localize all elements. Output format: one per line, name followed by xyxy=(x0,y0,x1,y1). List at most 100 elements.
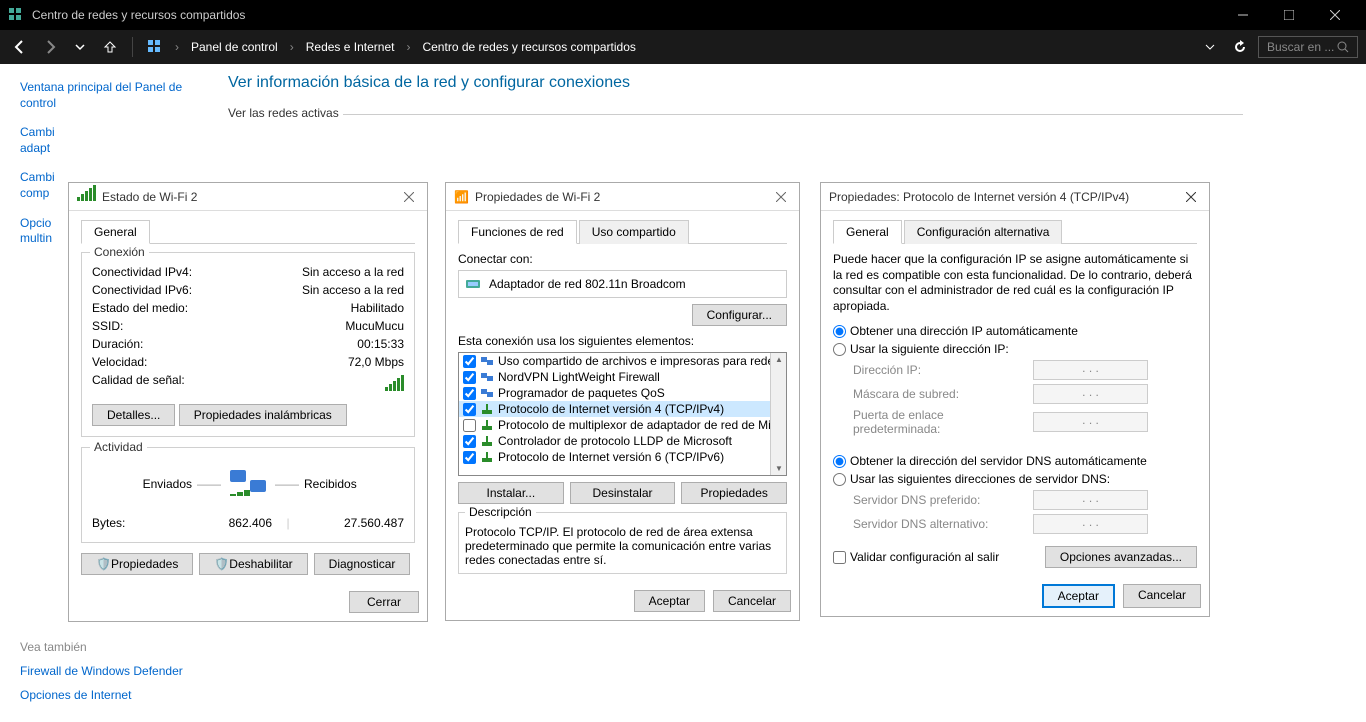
disable-button[interactable]: 🛡️Deshabilitar xyxy=(199,553,307,575)
details-button[interactable]: Detalles... xyxy=(92,404,175,426)
tab-general[interactable]: General xyxy=(833,220,902,244)
protocol-checkbox[interactable] xyxy=(463,419,476,432)
item-properties-button[interactable]: Propiedades xyxy=(681,482,787,504)
protocol-icon xyxy=(480,418,494,432)
sidebar-link-adapter[interactable]: Cambiadapt xyxy=(20,125,210,156)
refresh-button[interactable] xyxy=(1228,35,1252,59)
connect-with-label: Conectar con: xyxy=(458,252,787,266)
accept-button[interactable]: Aceptar xyxy=(634,590,705,612)
protocol-label: Controlador de protocolo LLDP de Microso… xyxy=(498,434,732,448)
protocol-checkbox[interactable] xyxy=(463,403,476,416)
up-button[interactable] xyxy=(98,35,122,59)
wifi-icon: 📶 xyxy=(454,190,469,204)
dns2-label: Servidor DNS alternativo: xyxy=(853,517,1033,531)
speed-label: Velocidad: xyxy=(92,355,242,369)
protocol-label: Protocolo de Internet versión 4 (TCP/IPv… xyxy=(498,402,724,416)
gateway-input[interactable]: . . . xyxy=(1033,412,1148,432)
manual-ip-label: Usar la siguiente dirección IP: xyxy=(850,342,1009,356)
page-heading: Ver información básica de la red y confi… xyxy=(228,74,630,92)
dropdown-icon[interactable] xyxy=(1198,35,1222,59)
protocol-label: Protocolo de multiplexor de adaptador de… xyxy=(498,418,787,432)
protocol-checkbox[interactable] xyxy=(463,451,476,464)
protocol-checkbox[interactable] xyxy=(463,435,476,448)
tab-alternative[interactable]: Configuración alternativa xyxy=(904,220,1063,244)
close-icon[interactable] xyxy=(399,187,419,207)
close-button[interactable] xyxy=(1312,0,1358,30)
properties-button[interactable]: 🛡️Propiedades xyxy=(81,553,193,575)
intro-text: Puede hacer que la configuración IP se a… xyxy=(833,252,1197,314)
recent-button[interactable] xyxy=(68,35,92,59)
ipv4-label: Conectividad IPv4: xyxy=(92,265,242,279)
see-also-firewall[interactable]: Firewall de Windows Defender xyxy=(20,664,183,678)
service-icon xyxy=(480,370,494,384)
search-input[interactable]: Buscar en ... xyxy=(1258,36,1358,58)
breadcrumb-item[interactable]: Centro de redes y recursos compartidos xyxy=(418,40,639,54)
protocol-item[interactable]: Programador de paquetes QoS xyxy=(459,385,786,401)
signal-value xyxy=(242,373,404,394)
adapter-icon xyxy=(465,277,481,291)
tab-sharing[interactable]: Uso compartido xyxy=(579,220,689,244)
forward-button[interactable] xyxy=(38,35,62,59)
ip-input[interactable]: . . . xyxy=(1033,360,1148,380)
advanced-button[interactable]: Opciones avanzadas... xyxy=(1045,546,1197,568)
configure-button[interactable]: Configurar... xyxy=(692,304,787,326)
protocol-checkbox[interactable] xyxy=(463,371,476,384)
wireless-properties-button[interactable]: Propiedades inalámbricas xyxy=(179,404,347,426)
install-button[interactable]: Instalar... xyxy=(458,482,564,504)
protocol-label: Programador de paquetes QoS xyxy=(498,386,665,400)
cancel-button[interactable]: Cancelar xyxy=(1123,584,1201,608)
protocol-item[interactable]: Protocolo de Internet versión 4 (TCP/IPv… xyxy=(459,401,786,417)
ssid-value: MucuMucu xyxy=(242,319,404,333)
location-icon[interactable] xyxy=(143,35,167,59)
validate-checkbox[interactable]: Validar configuración al salir xyxy=(833,550,999,564)
breadcrumb-item[interactable]: Panel de control xyxy=(187,40,282,54)
dns2-input[interactable]: . . . xyxy=(1033,514,1148,534)
manual-ip-radio[interactable]: Usar la siguiente dirección IP: xyxy=(833,342,1197,356)
protocol-item[interactable]: Controlador de protocolo LLDP de Microso… xyxy=(459,433,786,449)
wifi-icon xyxy=(77,189,96,204)
manual-dns-radio[interactable]: Usar las siguientes direcciones de servi… xyxy=(833,472,1197,486)
auto-dns-radio[interactable]: Obtener la dirección del servidor DNS au… xyxy=(833,454,1197,468)
bytes-recv: 27.560.487 xyxy=(304,516,404,530)
tab-general[interactable]: General xyxy=(81,220,150,244)
diagnose-button[interactable]: Diagnosticar xyxy=(314,553,411,575)
crumb-sep: › xyxy=(404,40,412,54)
see-also-section: Vea también Firewall de Windows Defender… xyxy=(20,640,183,712)
navbar: › Panel de control › Redes e Internet › … xyxy=(0,30,1366,64)
cancel-button[interactable]: Cancelar xyxy=(713,590,791,612)
protocol-icon xyxy=(480,434,494,448)
protocol-item[interactable]: Protocolo de Internet versión 6 (TCP/IPv… xyxy=(459,449,786,465)
close-icon[interactable] xyxy=(1181,187,1201,207)
ipv4-value: Sin acceso a la red xyxy=(242,265,404,279)
protocol-checkbox[interactable] xyxy=(463,355,476,368)
auto-ip-radio[interactable]: Obtener una dirección IP automáticamente xyxy=(833,324,1197,338)
media-value: Habilitado xyxy=(242,301,404,315)
scrollbar[interactable] xyxy=(770,353,786,475)
maximize-button[interactable] xyxy=(1266,0,1312,30)
protocol-list[interactable]: Uso compartido de archivos e impresoras … xyxy=(458,352,787,476)
minimize-button[interactable] xyxy=(1220,0,1266,30)
sidebar-main-link[interactable]: Ventana principal del Panel de control xyxy=(20,80,210,111)
protocol-item[interactable]: Protocolo de multiplexor de adaptador de… xyxy=(459,417,786,433)
protocol-item[interactable]: Uso compartido de archivos e impresoras … xyxy=(459,353,786,369)
protocol-icon xyxy=(480,450,494,464)
auto-ip-label: Obtener una dirección IP automáticamente xyxy=(850,324,1078,338)
close-button[interactable]: Cerrar xyxy=(349,591,419,613)
dns1-label: Servidor DNS preferido: xyxy=(853,493,1033,507)
adapter-field: Adaptador de red 802.11n Broadcom xyxy=(458,270,787,298)
tab-network-functions[interactable]: Funciones de red xyxy=(458,220,577,244)
accept-button[interactable]: Aceptar xyxy=(1042,584,1115,608)
back-button[interactable] xyxy=(8,35,32,59)
ipv6-label: Conectividad IPv6: xyxy=(92,283,242,297)
app-icon xyxy=(8,7,24,23)
uninstall-button[interactable]: Desinstalar xyxy=(570,482,676,504)
connection-legend: Conexión xyxy=(90,245,149,259)
protocol-item[interactable]: NordVPN LightWeight Firewall xyxy=(459,369,786,385)
dns1-input[interactable]: . . . xyxy=(1033,490,1148,510)
close-icon[interactable] xyxy=(771,187,791,207)
see-also-internet-options[interactable]: Opciones de Internet xyxy=(20,688,183,702)
wifi-properties-dialog: 📶 Propiedades de Wi-Fi 2 Funciones de re… xyxy=(445,182,800,621)
mask-input[interactable]: . . . xyxy=(1033,384,1148,404)
breadcrumb-item[interactable]: Redes e Internet xyxy=(302,40,399,54)
protocol-checkbox[interactable] xyxy=(463,387,476,400)
